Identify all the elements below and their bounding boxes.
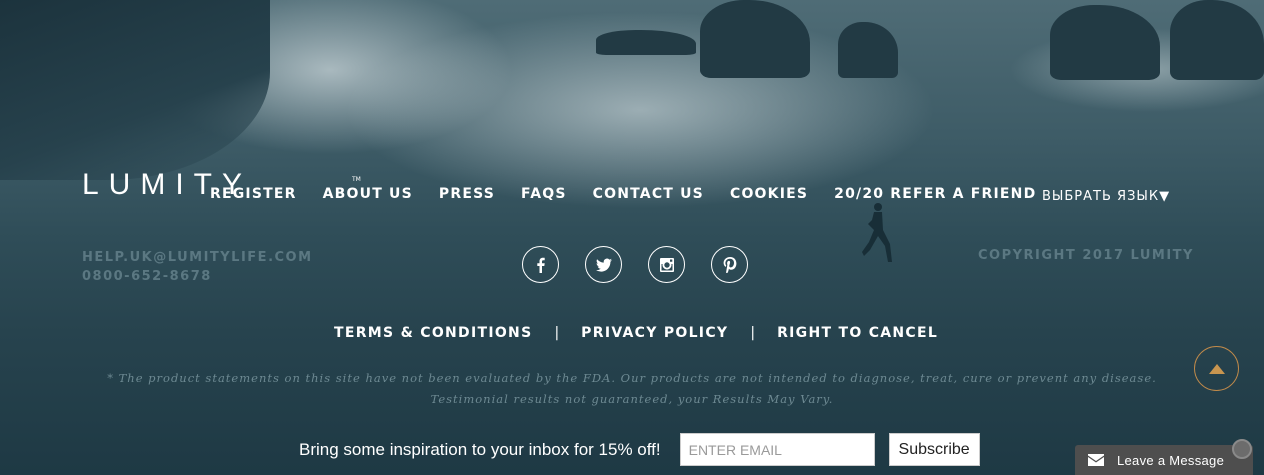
nav-faqs[interactable]: FAQS [521,186,567,202]
twitter-icon [595,258,612,272]
leave-message-label: Leave a Message [1117,452,1225,468]
facebook-icon [536,257,545,273]
contact-info: HELP.UK@LUMITYLIFE.COM 0800-652-8678 [82,248,313,286]
rock-scenery [1050,5,1160,80]
instagram-icon [659,257,674,272]
contact-phone[interactable]: 0800-652-8678 [82,267,313,286]
logo-trademark: TM [352,176,361,183]
email-input[interactable] [679,433,875,466]
language-selector[interactable]: ВЫБРАТЬ ЯЗЫК▼ [1042,189,1170,204]
runner-silhouette [862,203,892,262]
privacy-link[interactable]: PRIVACY POLICY [581,325,728,341]
copyright-text: COPYRIGHT 2017 LUMITY [978,248,1194,263]
leave-message-widget[interactable]: Leave a Message [1075,445,1253,475]
instagram-button[interactable] [648,246,685,283]
cancel-link[interactable]: RIGHT TO CANCEL [777,325,938,341]
social-links [522,246,748,283]
twitter-button[interactable] [585,246,622,283]
contact-email[interactable]: HELP.UK@LUMITYLIFE.COM [82,248,313,267]
cliff-scenery [0,0,270,180]
nav-refer-a-friend[interactable]: 20/20 REFER A FRIEND [834,186,1036,202]
facebook-button[interactable] [522,246,559,283]
envelope-icon [1075,445,1117,475]
terms-link[interactable]: TERMS & CONDITIONS [334,325,532,341]
fda-disclaimer: * The product statements on this site ha… [0,368,1264,410]
disclaimer-line-1: * The product statements on this site ha… [107,371,1157,385]
rock-scenery [838,22,898,78]
legal-links: TERMS & CONDITIONS | PRIVACY POLICY | RI… [334,325,938,341]
rock-scenery [596,30,696,55]
subscribe-button[interactable]: Subscribe [888,433,980,466]
pinterest-button[interactable] [711,246,748,283]
rock-scenery [1170,0,1264,80]
chat-status-dot [1232,439,1252,459]
nav-press[interactable]: PRESS [439,186,495,202]
pinterest-icon [723,256,736,273]
nav-register[interactable]: REGISTER [210,186,297,202]
back-to-top-button[interactable] [1194,346,1239,391]
arrow-up-icon [1208,363,1225,374]
footer-nav: REGISTER ABOUT US PRESS FAQS CONTACT US … [210,186,1062,202]
disclaimer-line-2: Testimonial results not guaranteed, your… [430,392,834,406]
nav-contact-us[interactable]: CONTACT US [593,186,704,202]
legal-separator: | [554,325,560,341]
rock-scenery [700,0,810,78]
legal-separator: | [750,325,756,341]
newsletter-text: Bring some inspiration to your inbox for… [299,439,661,459]
newsletter-bar: Bring some inspiration to your inbox for… [299,433,980,466]
nav-cookies[interactable]: COOKIES [730,186,808,202]
nav-about-us[interactable]: ABOUT US [323,186,413,202]
